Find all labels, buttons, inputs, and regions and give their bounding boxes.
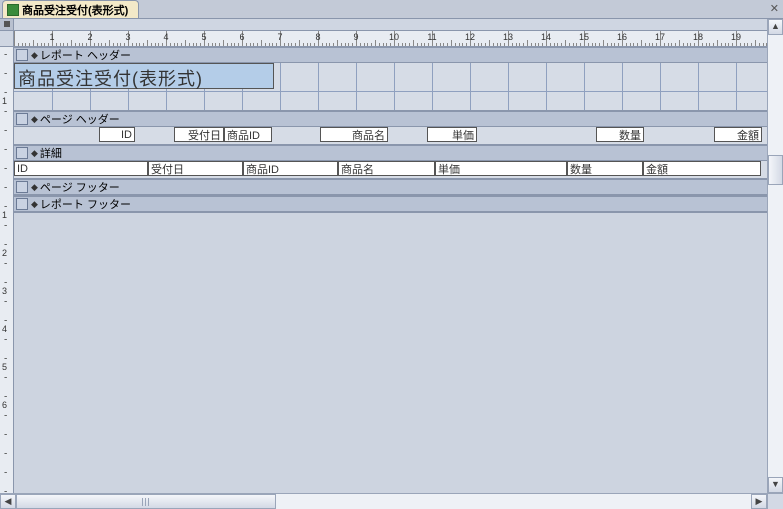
section-handle[interactable]	[16, 198, 28, 210]
tab-bar: 商品受注受付(表形式) ✕	[0, 0, 783, 19]
canvas-empty-area	[14, 213, 767, 493]
chevron-down-icon: ◆	[31, 182, 38, 193]
detail-field[interactable]: 受付日	[148, 161, 243, 176]
detail-field[interactable]: 商品ID	[243, 161, 338, 176]
horizontal-ruler[interactable]: 1234567891011121314151617181920	[14, 31, 783, 47]
detail-field[interactable]: 数量	[567, 161, 643, 176]
scroll-down-button[interactable]: ▼	[768, 477, 783, 493]
section-handle[interactable]	[16, 49, 28, 61]
section-bar-detail[interactable]: ◆ 詳細	[14, 145, 767, 161]
report-title-control[interactable]: 商品受注受付(表形式)	[14, 63, 274, 89]
selector-row	[0, 19, 783, 31]
chevron-down-icon: ◆	[31, 114, 38, 125]
column-header-label[interactable]: 商品名	[320, 127, 388, 142]
scroll-left-button[interactable]: ◀	[0, 494, 16, 509]
close-icon[interactable]: ✕	[770, 2, 779, 15]
report-selector[interactable]	[0, 19, 14, 30]
document-tab[interactable]: 商品受注受付(表形式)	[2, 0, 139, 18]
section-bar-report-footer[interactable]: ◆ レポート フッター	[14, 196, 767, 212]
column-header-label[interactable]: 受付日	[174, 127, 224, 142]
horizontal-scrollbar[interactable]: ◀ ▶	[0, 493, 767, 509]
tab-title: 商品受注受付(表形式)	[22, 2, 128, 18]
hscroll-thumb[interactable]	[16, 494, 276, 509]
chevron-down-icon: ◆	[31, 199, 38, 210]
section-label: 詳細	[40, 145, 62, 161]
column-header-label[interactable]: 金額	[714, 127, 762, 142]
vertical-scrollbar[interactable]: ▲ ▼	[767, 19, 783, 493]
scroll-up-button[interactable]: ▲	[768, 19, 783, 35]
section-label: レポート フッター	[40, 196, 131, 212]
section-label: レポート ヘッダー	[40, 47, 131, 63]
design-canvas[interactable]: ◆ レポート ヘッダー 商品受注受付(表形式) ◆ ページ ヘッダー ID受付日…	[14, 47, 767, 493]
ruler-corner	[0, 31, 14, 47]
section-handle[interactable]	[16, 113, 28, 125]
section-bar-report-header[interactable]: ◆ レポート ヘッダー	[14, 47, 767, 63]
section-handle[interactable]	[16, 147, 28, 159]
vertical-ruler[interactable]: ------------------------1234561	[0, 47, 14, 493]
detail-field[interactable]: 単価	[435, 161, 567, 176]
column-header-label[interactable]: 単価	[427, 127, 477, 142]
detail-field[interactable]: 金額	[643, 161, 761, 176]
section-bar-page-footer[interactable]: ◆ ページ フッター	[14, 179, 767, 195]
column-header-label[interactable]: 商品ID	[224, 127, 272, 142]
detail-field[interactable]: 商品名	[338, 161, 435, 176]
band-page-footer[interactable]	[14, 195, 767, 196]
chevron-down-icon: ◆	[31, 148, 38, 159]
band-report-header[interactable]: 商品受注受付(表形式)	[14, 63, 767, 111]
section-label: ページ ヘッダー	[40, 111, 120, 127]
column-header-label[interactable]: ID	[99, 127, 135, 142]
band-report-footer[interactable]	[14, 212, 767, 213]
vscroll-thumb[interactable]	[768, 155, 783, 185]
chevron-down-icon: ◆	[31, 50, 38, 61]
section-handle[interactable]	[16, 181, 28, 193]
column-header-label[interactable]: 数量	[596, 127, 644, 142]
detail-field[interactable]: ID	[14, 161, 148, 176]
vscroll-track[interactable]	[768, 35, 783, 477]
section-label: ページ フッター	[40, 179, 120, 195]
band-page-header[interactable]: ID 受付日商品ID 商品名 単価 数量 金額	[14, 127, 767, 145]
section-bar-page-header[interactable]: ◆ ページ ヘッダー	[14, 111, 767, 127]
scroll-corner	[767, 493, 783, 509]
scroll-right-button[interactable]: ▶	[751, 494, 767, 509]
band-detail[interactable]: ID受付日商品ID商品名単価数量金額	[14, 161, 767, 179]
report-icon	[7, 4, 19, 16]
hscroll-track[interactable]	[16, 494, 751, 509]
